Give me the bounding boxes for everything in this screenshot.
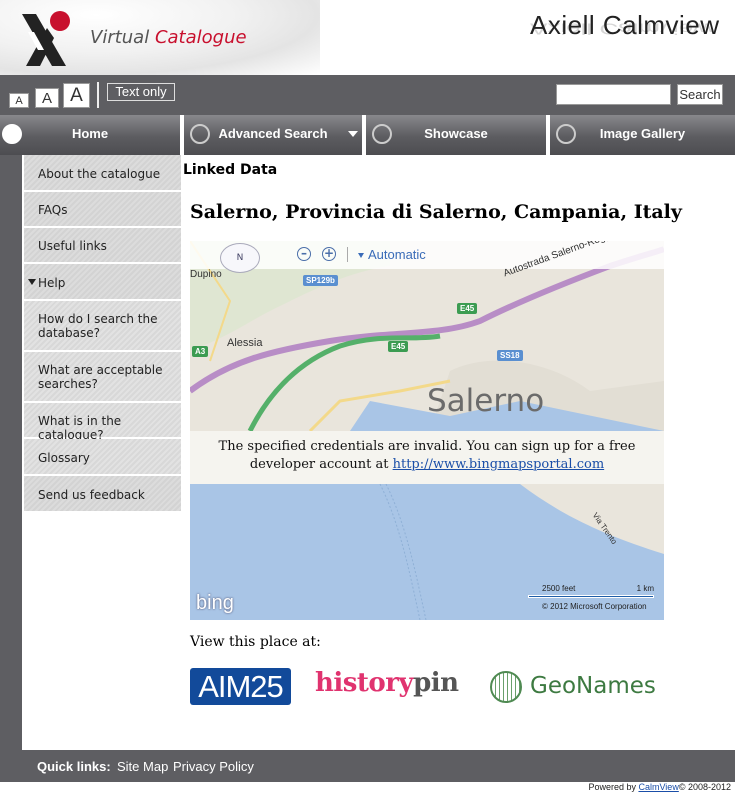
road-shield: A3 xyxy=(192,346,209,357)
calmview-link[interactable]: CalmView xyxy=(638,782,678,792)
powered-by-credit: Powered by CalmView© 2008-2012 xyxy=(588,782,731,792)
sidebar-item-label: How do I search the database? xyxy=(38,312,158,340)
sidebar-item-useful-links[interactable]: Useful links xyxy=(24,228,181,262)
zoom-in-icon[interactable]: + xyxy=(322,247,336,261)
sidebar-item-acceptable-searches[interactable]: What are acceptable searches? xyxy=(24,352,181,401)
nav-tab-image-gallery-label: Image Gallery xyxy=(599,126,686,141)
sidebar-item-label: What is in the catalogue? xyxy=(38,414,122,442)
sidebar: About the catalogue FAQs Useful links He… xyxy=(24,155,181,513)
sidebar-item-label: What are acceptable searches? xyxy=(38,363,163,391)
sidebar-item-help[interactable]: Help xyxy=(24,264,181,299)
caret-down-icon xyxy=(358,253,364,259)
sidebar-item-label: FAQs xyxy=(38,203,68,217)
aim25-logo-link[interactable]: AIM25 xyxy=(190,668,291,705)
sidebar-item-label: About the catalogue xyxy=(38,167,161,181)
site-map-link[interactable]: Site Map xyxy=(117,759,168,774)
utility-divider xyxy=(97,82,99,108)
road-shield: E45 xyxy=(457,303,478,314)
globe-icon xyxy=(490,671,522,703)
road-shield: SS18 xyxy=(497,350,523,361)
sidebar-item-feedback[interactable]: Send us feedback xyxy=(24,476,181,511)
left-stripe xyxy=(0,155,22,750)
map-place-label: Alessia xyxy=(227,337,263,349)
nav-tab-home-label: Home xyxy=(71,126,109,141)
sidebar-item-about[interactable]: About the catalogue xyxy=(24,155,181,190)
sidebar-item-catalogue-contents[interactable]: What is in the catalogue? xyxy=(24,403,181,442)
caret-down-icon xyxy=(28,279,36,285)
map-place-label: Dupino xyxy=(190,269,222,280)
nav-tab-showcase[interactable]: Showcase xyxy=(366,115,548,155)
utility-bar: A A A Text only Search xyxy=(0,75,735,115)
sidebar-item-label: Useful links xyxy=(38,239,107,253)
font-size-large-button[interactable]: A xyxy=(63,83,90,108)
zoom-out-icon[interactable]: – xyxy=(297,247,311,261)
nav-tab-advanced-search[interactable]: Advanced Search xyxy=(184,115,364,155)
sidebar-item-label: Send us feedback xyxy=(38,488,145,502)
sidebar-item-glossary[interactable]: Glossary xyxy=(24,439,181,474)
map-mode-dropdown[interactable]: Automatic xyxy=(358,247,426,262)
chevron-down-icon[interactable] xyxy=(348,131,358,137)
sidebar-item-label: Glossary xyxy=(38,451,90,465)
footer: Quick links: Site Map Privacy Policy xyxy=(0,750,735,782)
map-copyright: © 2012 Microsoft Corporation xyxy=(542,602,647,611)
map-compass-icon[interactable]: N xyxy=(220,243,260,273)
logo-text[interactable]: Virtual Catalogue xyxy=(90,27,247,48)
historypin-logo-link[interactable]: historypin xyxy=(315,668,459,698)
quick-links-label: Quick links: xyxy=(37,759,111,774)
font-size-small-button[interactable]: A xyxy=(9,93,29,108)
map-error-message: The specified credentials are invalid. Y… xyxy=(190,431,664,484)
road-shield: E45 xyxy=(388,341,409,352)
geonames-label: GeoNames xyxy=(530,673,656,699)
sidebar-item-label: Help xyxy=(38,276,66,290)
calm-logo-icon[interactable] xyxy=(14,8,80,70)
section-title: Linked Data xyxy=(183,162,278,178)
search-button[interactable]: Search xyxy=(677,84,723,105)
font-size-medium-button[interactable]: A xyxy=(35,88,59,108)
nav-tab-advanced-search-label: Advanced Search xyxy=(218,126,328,141)
nav-tab-image-gallery[interactable]: Image Gallery xyxy=(550,115,735,155)
sidebar-item-faqs[interactable]: FAQs xyxy=(24,192,181,226)
text-only-button[interactable]: Text only xyxy=(107,83,175,101)
map-sea-detail xyxy=(379,483,664,620)
scale-feet-label: 2500 feet xyxy=(542,584,576,593)
page-title: Salerno, Provincia di Salerno, Campania,… xyxy=(190,201,682,223)
brand-title-reflection: Axiell Calmview xyxy=(530,20,713,38)
main-nav: Home Advanced Search Showcase Image Gall… xyxy=(0,115,735,155)
scale-bar-line xyxy=(528,595,654,598)
map-sea-layer xyxy=(190,483,664,620)
map-toolbar-divider xyxy=(347,247,348,262)
nav-tab-home[interactable]: Home xyxy=(0,115,182,155)
road-shield: SP129b xyxy=(303,275,338,286)
map-city-label: Salerno xyxy=(427,383,545,419)
search-input[interactable] xyxy=(556,84,671,105)
bing-logo: bing xyxy=(196,592,234,614)
site-header: Virtual Catalogue Axiell Calmview Axiell… xyxy=(0,0,735,75)
privacy-policy-link[interactable]: Privacy Policy xyxy=(173,759,254,774)
view-place-label: View this place at: xyxy=(190,634,321,650)
map-widget[interactable]: N – + Automatic Dupino Autostrada Salern… xyxy=(190,241,664,620)
nav-tab-showcase-label: Showcase xyxy=(424,126,488,141)
bing-portal-link[interactable]: http://www.bingmapsportal.com xyxy=(393,457,605,472)
scale-km-label: 1 km xyxy=(636,584,654,593)
sidebar-item-how-search[interactable]: How do I search the database? xyxy=(24,301,181,350)
